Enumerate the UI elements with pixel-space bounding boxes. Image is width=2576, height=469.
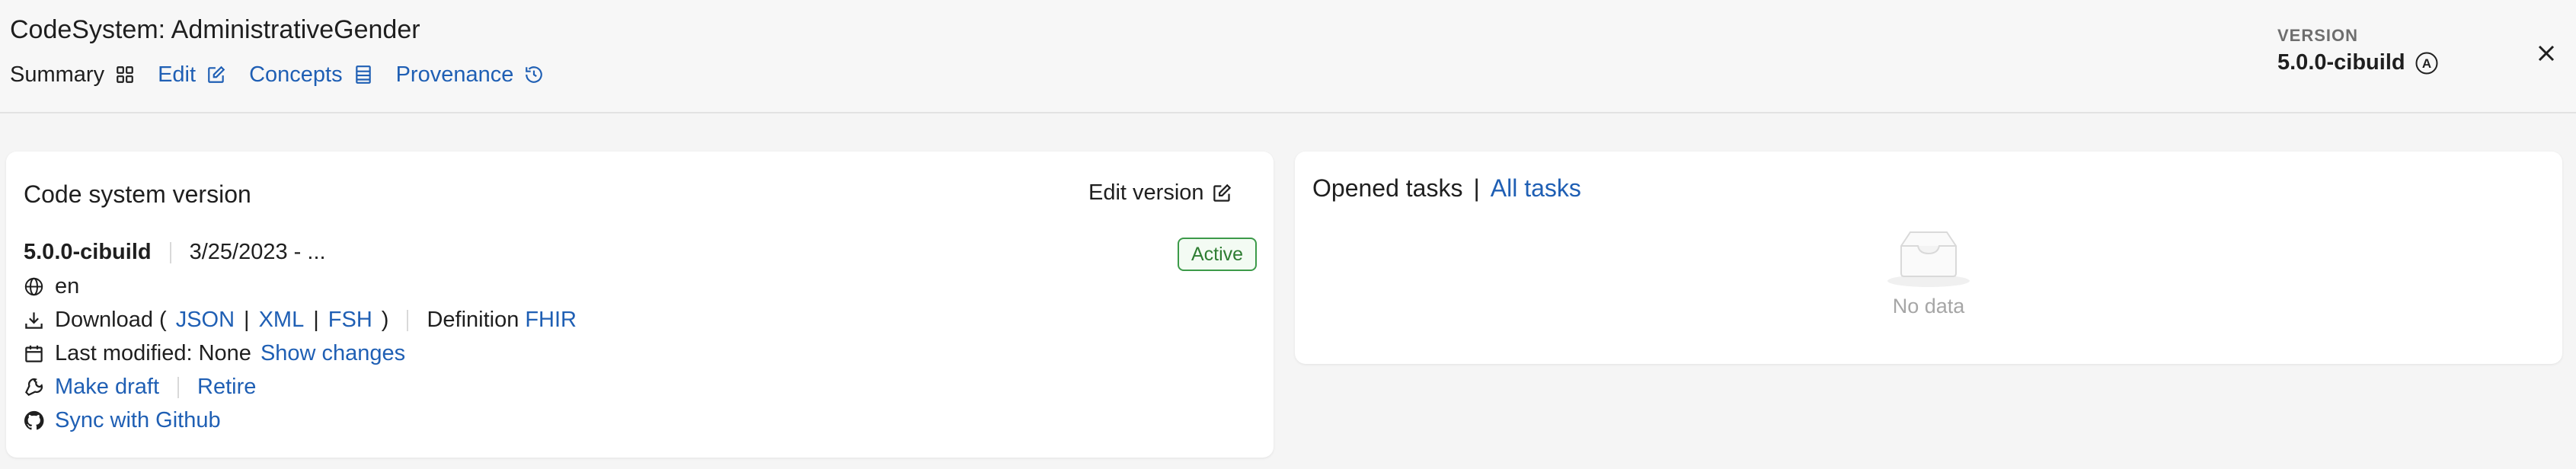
version-badge-icon: A: [2415, 52, 2438, 74]
version-selector[interactable]: VERSION 5.0.0-cibuild A: [2277, 26, 2439, 75]
history-icon: [526, 66, 543, 83]
empty-text: No data: [1892, 295, 1965, 317]
definition-fhir-link[interactable]: FHIR: [525, 308, 577, 333]
close-icon[interactable]: [2533, 40, 2560, 67]
download-icon: [25, 312, 43, 329]
tab-concepts[interactable]: Concepts: [249, 62, 373, 88]
actions-row: Make draft Retire: [24, 375, 256, 400]
edit-version-label: Edit version: [1088, 180, 1204, 205]
github-row: Sync with Github: [24, 408, 221, 433]
definition-label: Definition: [427, 308, 519, 332]
download-prefix: Download (: [55, 308, 167, 332]
version-value-row: 5.0.0-cibuild A: [2277, 50, 2439, 75]
version-number: 5.0.0-cibuild: [24, 240, 152, 264]
language-row: en: [24, 274, 79, 299]
download-row: Download ( JSON | XML | FSH ) Definition…: [24, 308, 577, 333]
list-icon: [355, 65, 371, 84]
github-icon: [24, 410, 44, 430]
page-title: CodeSystem: AdministrativeGender: [10, 15, 420, 44]
all-tasks-link[interactable]: All tasks: [1491, 174, 1581, 203]
card-title: Code system version: [24, 180, 251, 208]
code-system-version-card: Code system version Edit version Active …: [6, 152, 1274, 458]
show-changes-link[interactable]: Show changes: [260, 341, 405, 366]
tab-summary-label: Summary: [10, 62, 105, 87]
version-badge-letter: A: [2421, 56, 2431, 71]
tab-provenance[interactable]: Provenance: [396, 62, 545, 88]
divider: [169, 241, 171, 263]
page-header: CodeSystem: AdministrativeGender Summary…: [0, 0, 2576, 113]
calendar-icon: [25, 345, 43, 362]
tab-summary[interactable]: Summary: [10, 62, 135, 88]
grid-icon: [117, 66, 133, 83]
edit-icon: [208, 65, 225, 83]
tab-edit-label: Edit: [158, 62, 197, 87]
wrench-icon: [25, 378, 43, 396]
version-label: VERSION: [2277, 26, 2359, 45]
last-modified-row: Last modified: None Show changes: [24, 341, 405, 366]
empty-state: No data: [1295, 228, 2562, 318]
tab-concepts-label: Concepts: [249, 62, 343, 87]
divider: [177, 376, 179, 398]
edit-icon: [1213, 183, 1231, 202]
retire-link[interactable]: Retire: [197, 375, 256, 400]
header-nav: Summary Edit Concepts Provenance: [10, 61, 567, 88]
download-xml-link[interactable]: XML: [259, 308, 305, 333]
language-value: en: [55, 274, 80, 298]
divider: [407, 309, 409, 331]
download-separator: |: [313, 308, 319, 332]
opened-tasks-card: Opened tasks | All tasks No data: [1295, 152, 2562, 364]
last-modified-text: Last modified: None: [55, 341, 251, 365]
sync-github-link[interactable]: Sync with Github: [55, 408, 221, 433]
version-date-range: 3/25/2023 - ...: [189, 240, 326, 264]
tab-edit[interactable]: Edit: [158, 62, 226, 88]
download-suffix: ): [381, 308, 389, 332]
download-json-link[interactable]: JSON: [176, 308, 235, 333]
tab-provenance-label: Provenance: [395, 62, 514, 87]
empty-inbox-icon: [1887, 231, 1970, 287]
tasks-separator: |: [1473, 174, 1480, 202]
download-fsh-link[interactable]: FSH: [328, 308, 372, 333]
version-value: 5.0.0-cibuild: [2277, 50, 2405, 75]
status-badge: Active: [1178, 238, 1258, 271]
version-row: 5.0.0-cibuild 3/25/2023 - ...: [24, 240, 326, 265]
tasks-header: Opened tasks | All tasks: [1312, 174, 1581, 203]
edit-version-button[interactable]: Edit version: [1088, 180, 1232, 206]
globe-icon: [24, 277, 43, 296]
make-draft-link[interactable]: Make draft: [55, 375, 159, 400]
tasks-title: Opened tasks: [1312, 174, 1463, 202]
download-separator: |: [244, 308, 250, 332]
